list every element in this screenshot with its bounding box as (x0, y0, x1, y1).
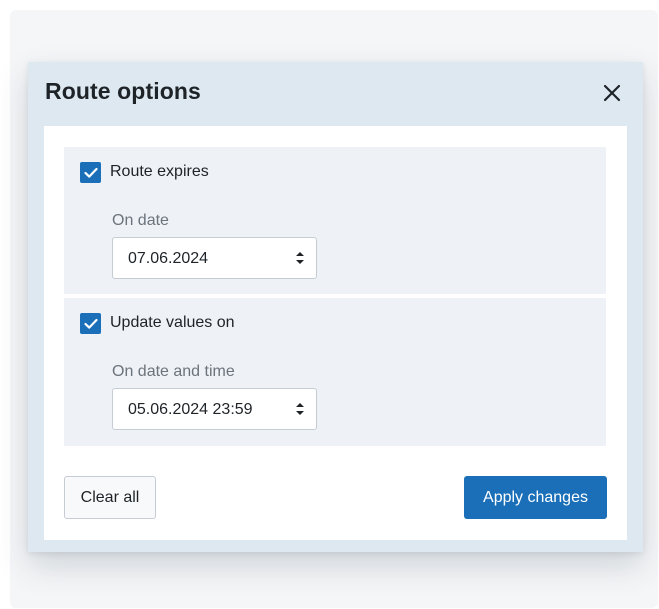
clear-all-button[interactable]: Clear all (64, 476, 156, 519)
route-options-dialog: Route options Route expires On date 07.0… (28, 62, 643, 552)
route-expires-label: Route expires (110, 163, 209, 180)
dialog-body: Route expires On date 07.06.2024 Update … (44, 126, 627, 540)
on-date-and-time-label: On date and time (112, 363, 235, 380)
checkmark-icon (83, 318, 98, 329)
update-values-section: Update values on On date and time 05.06.… (64, 298, 606, 446)
checkmark-icon (83, 167, 98, 178)
route-expires-section: Route expires On date 07.06.2024 (64, 147, 606, 294)
on-date-label: On date (112, 212, 169, 229)
close-button[interactable] (599, 80, 625, 106)
update-datetime-input[interactable]: 05.06.2024 23:59 (112, 388, 317, 430)
close-icon (603, 84, 621, 102)
expiry-date-value: 07.06.2024 (128, 250, 209, 267)
update-values-checkbox[interactable] (80, 313, 101, 334)
stepper-icon[interactable] (294, 249, 306, 267)
dialog-title: Route options (45, 78, 201, 104)
expiry-date-input[interactable]: 07.06.2024 (112, 237, 317, 279)
apply-changes-button[interactable]: Apply changes (464, 476, 607, 519)
stepper-icon[interactable] (294, 400, 306, 418)
route-expires-checkbox[interactable] (80, 162, 101, 183)
update-datetime-value: 05.06.2024 23:59 (128, 401, 253, 418)
update-values-label: Update values on (110, 314, 235, 331)
